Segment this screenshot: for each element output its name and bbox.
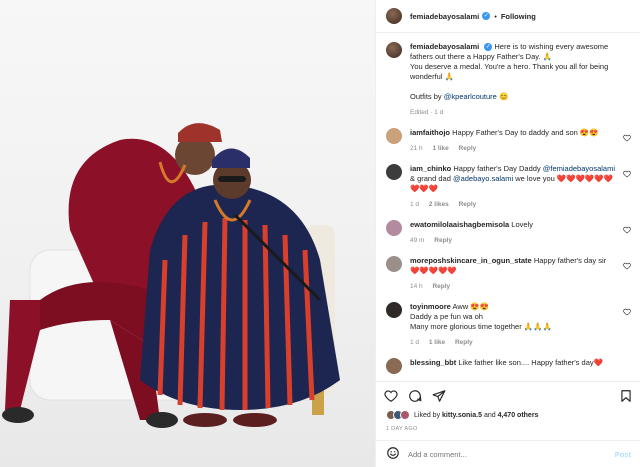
separator-dot: •: [494, 11, 497, 21]
caption-outfits-prefix: Outfits by: [410, 92, 442, 101]
comment-time: 14 h: [410, 283, 423, 290]
comment-likes[interactable]: 2 likes: [429, 201, 449, 208]
comment-text: Aww 😍😍: [452, 302, 489, 311]
author-username[interactable]: femiadebayosalami: [410, 12, 479, 21]
comment-time: 49 m: [410, 237, 425, 244]
comment-text-line3: Many more glorious time together 🙏🙏🙏: [410, 322, 552, 331]
comment-item: blessing_bbt Like father like son.... Ha…: [386, 358, 631, 374]
post-comment-button[interactable]: Post: [615, 450, 631, 459]
comment-avatar[interactable]: [386, 358, 402, 374]
comment-item: moreposhskincare_in_ogun_state Happy fat…: [386, 256, 631, 292]
action-icons-row: [376, 382, 640, 410]
comment-username[interactable]: iam_chinko: [410, 164, 451, 173]
author-avatar[interactable]: [386, 8, 402, 24]
comment-username[interactable]: moreposhskincare_in_ogun_state: [410, 256, 532, 265]
post-actions: Liked by kitty.sonia.5 and 4,470 others …: [376, 381, 640, 467]
post-header: femiadebayosalami ✓ • Following: [376, 0, 640, 33]
comment-avatar[interactable]: [386, 128, 402, 144]
comment-avatar[interactable]: [386, 164, 402, 180]
caption-text-2: You deserve a medal. You're a hero. Than…: [410, 62, 609, 81]
emoji-icon[interactable]: [386, 446, 400, 462]
comment-bubble-icon[interactable]: [408, 389, 422, 403]
comments-list[interactable]: femiadebayosalami ✓ Here is to wishing e…: [376, 34, 640, 380]
instagram-post-view: femiadebayosalami ✓ • Following femiadeb…: [0, 0, 640, 467]
comment-avatar[interactable]: [386, 220, 402, 236]
comment-item: toyinmoore Aww 😍😍 Daddy a pe fun wa oh M…: [386, 302, 631, 348]
like-comment-heart-icon[interactable]: [623, 308, 631, 316]
comment-input[interactable]: [408, 449, 615, 459]
photo-illustration: [2, 123, 340, 428]
liker-avatar[interactable]: [400, 410, 410, 420]
comment-likes[interactable]: 1 like: [432, 145, 448, 152]
comment-username[interactable]: toyinmoore: [410, 302, 451, 311]
comment-item: ewatomilolaaishagbemisola Lovely 49 m Re…: [386, 220, 631, 246]
post-side-panel: femiadebayosalami ✓ • Following femiadeb…: [375, 0, 640, 467]
like-heart-icon[interactable]: [384, 389, 398, 403]
post-photo[interactable]: [0, 0, 375, 467]
verified-badge-icon: ✓: [482, 12, 491, 20]
like-comment-heart-icon[interactable]: [623, 226, 631, 234]
like-comment-heart-icon[interactable]: [623, 170, 631, 178]
comment-reply-button[interactable]: Reply: [432, 283, 450, 290]
comment-avatar[interactable]: [386, 256, 402, 272]
like-comment-heart-icon[interactable]: [623, 262, 631, 270]
follow-state-button[interactable]: Following: [501, 12, 536, 21]
like-comment-heart-icon[interactable]: [623, 134, 631, 142]
likes-count-link[interactable]: 4,470 others: [498, 412, 539, 419]
caption-outfits-emoji: 😊: [498, 92, 509, 101]
comment-item: iamfaithojo Happy Father's Day to daddy …: [386, 128, 631, 154]
comment-text: Like father like son.... Happy father's …: [458, 358, 603, 367]
caption: femiadebayosalami ✓ Here is to wishing e…: [386, 42, 631, 118]
likes-summary: Liked by kitty.sonia.5 and 4,470 others: [376, 410, 640, 420]
comment-username[interactable]: iamfaithojo: [410, 128, 450, 137]
add-comment-bar: Post: [376, 440, 640, 467]
comment-reply-button[interactable]: Reply: [455, 339, 473, 346]
comment-time: 1 d: [410, 339, 420, 346]
likes-text: Liked by kitty.sonia.5 and 4,470 others: [414, 412, 538, 419]
comment-text-mid: & grand dad: [410, 174, 451, 183]
comment-mention[interactable]: @femiadebayosalami: [543, 164, 615, 173]
comment-avatar[interactable]: [386, 302, 402, 318]
comment-likes[interactable]: 1 like: [429, 339, 445, 346]
comment-text: Lovely: [511, 220, 533, 229]
comment-username[interactable]: ewatomilolaaishagbemisola: [410, 220, 509, 229]
comment-text: Happy Father's Day to daddy and son 😍😍: [452, 128, 599, 137]
comment-username[interactable]: blessing_bbt: [410, 358, 456, 367]
share-paper-plane-icon[interactable]: [432, 389, 446, 403]
likes-user-link[interactable]: kitty.sonia.5: [442, 412, 482, 419]
comment-item: iam_chinko Happy father's Day Daddy @fem…: [386, 164, 631, 210]
comment-time: 1 d: [410, 201, 420, 208]
likes-and: and: [483, 411, 496, 419]
likes-prefix: Liked by: [414, 411, 441, 419]
comment-text-line2: Daddy a pe fun wa oh: [410, 312, 483, 321]
comment-text: Happy father's Day Daddy: [453, 164, 541, 173]
verified-badge-icon: ✓: [484, 43, 493, 52]
comment-mention[interactable]: @adebayo.salami: [453, 174, 513, 183]
save-bookmark-icon[interactable]: [619, 389, 633, 403]
comment-reply-button[interactable]: Reply: [434, 237, 452, 244]
caption-username[interactable]: femiadebayosalami: [410, 42, 479, 51]
post-time-ago: 1 DAY AGO: [386, 426, 418, 432]
comment-time: 21 h: [410, 145, 423, 152]
comment-reply-button[interactable]: Reply: [459, 201, 477, 208]
caption-outfits-mention[interactable]: @kpearlcouture: [444, 92, 497, 101]
caption-avatar[interactable]: [386, 42, 402, 58]
caption-meta: Edited · 1 d: [410, 109, 444, 116]
comment-reply-button[interactable]: Reply: [459, 145, 477, 152]
